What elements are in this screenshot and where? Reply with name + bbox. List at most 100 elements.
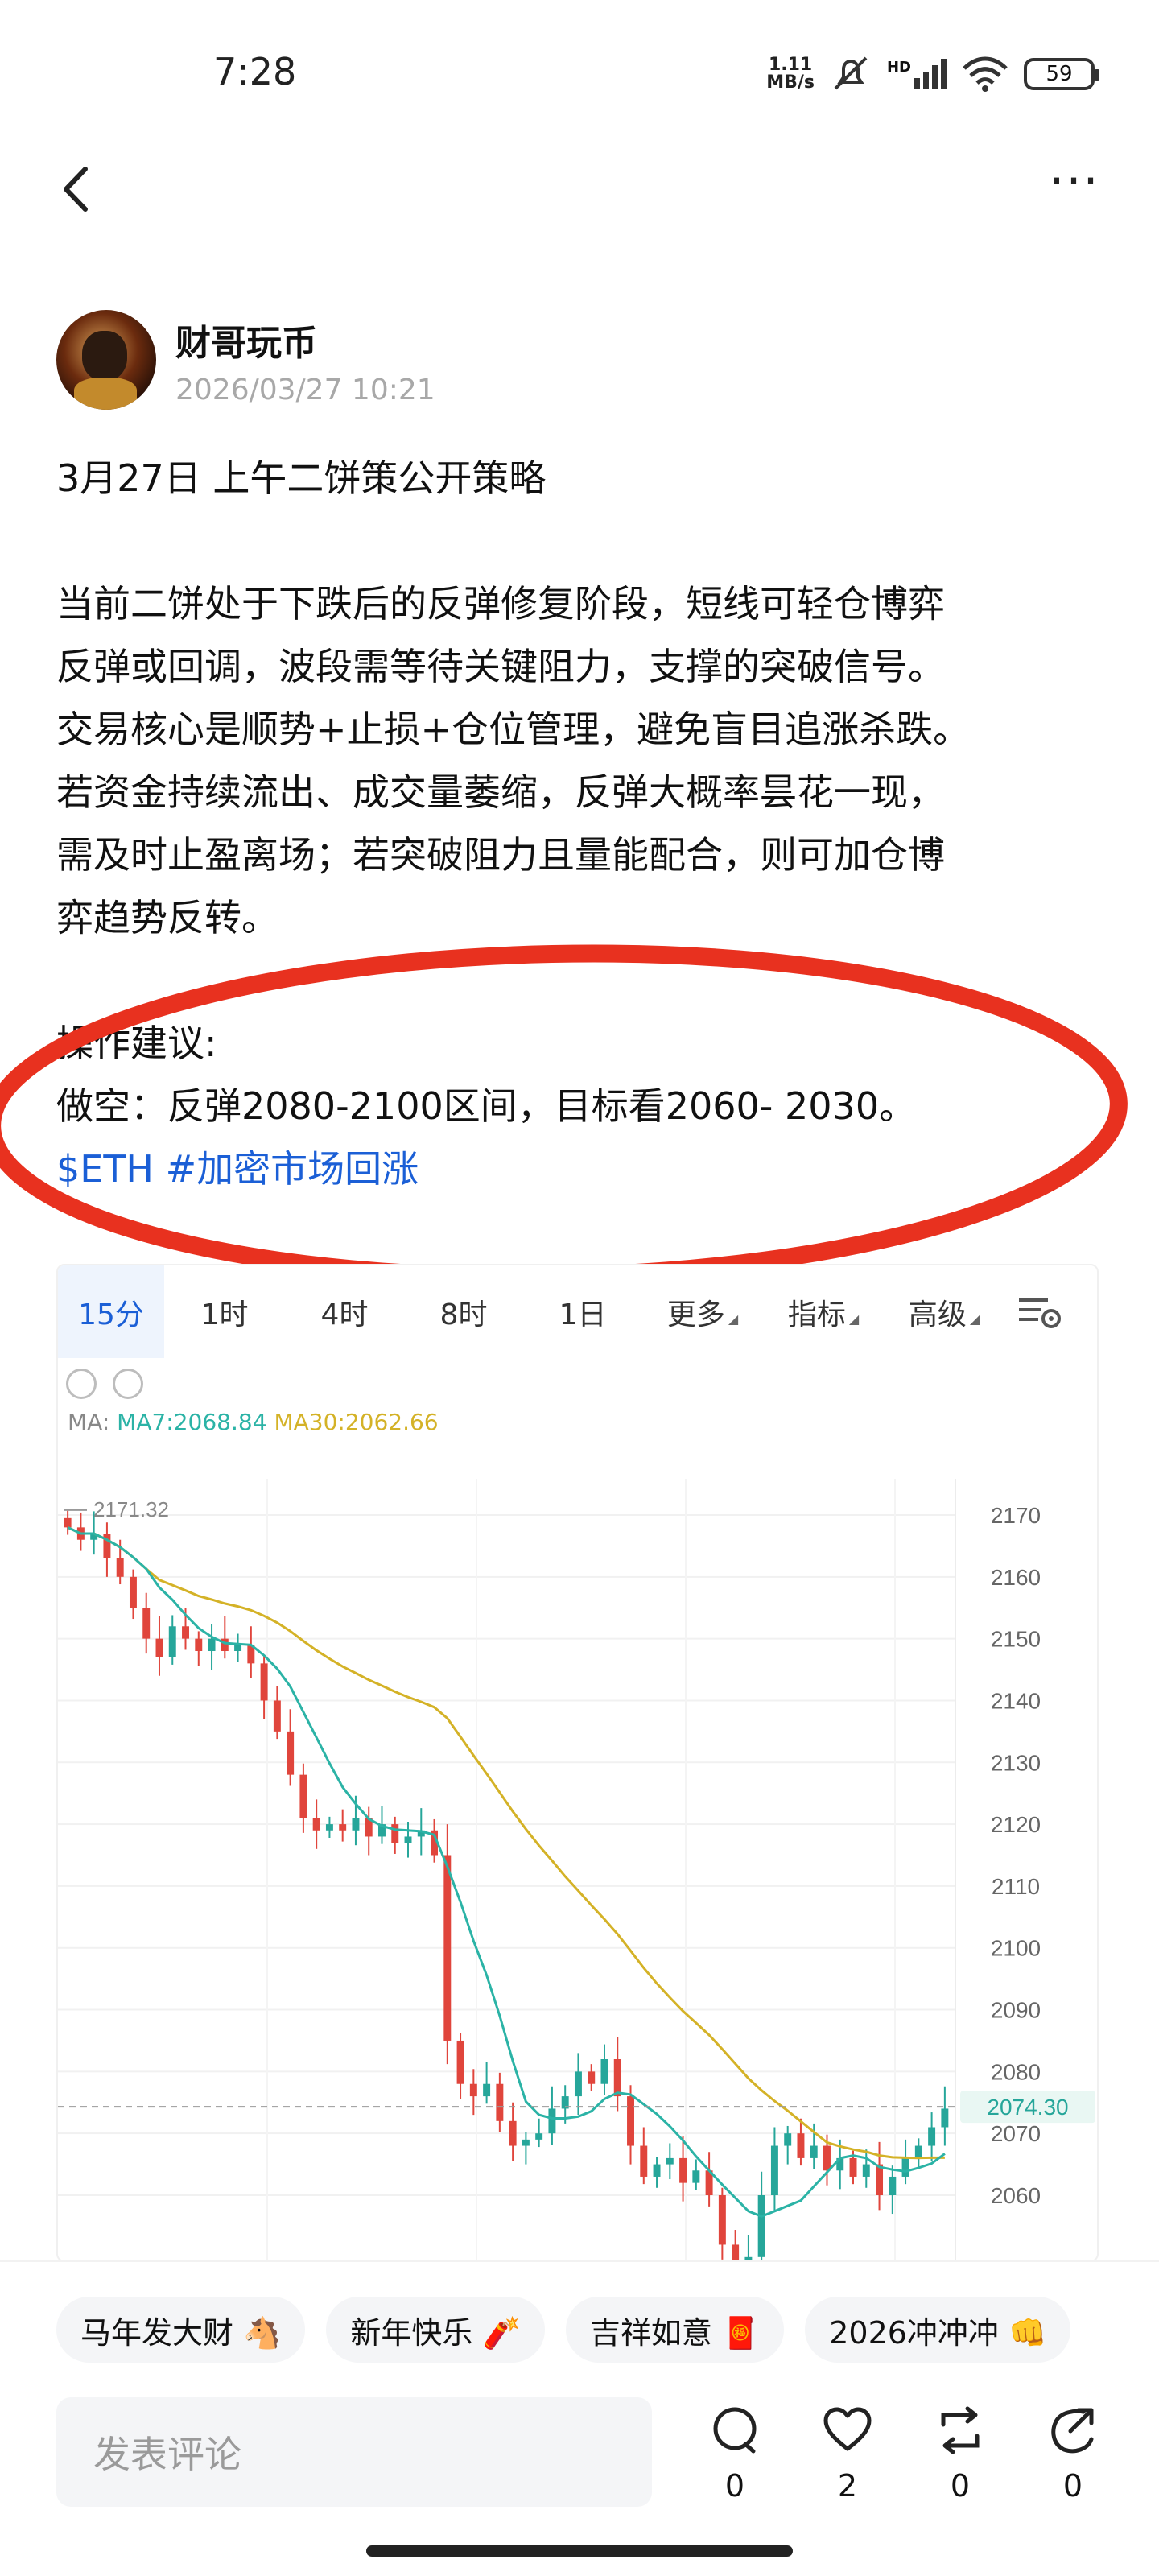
high-price-label: 2171.32: [93, 1497, 169, 1521]
price-axis-label: 2170: [991, 1503, 1041, 1528]
tab-8h[interactable]: 8时: [404, 1265, 523, 1358]
candle-body: [600, 2059, 608, 2084]
nav-bar: ···: [0, 153, 1159, 225]
tab-advanced[interactable]: 高级 ◢: [884, 1265, 1004, 1358]
candle-body: [692, 2170, 700, 2183]
candle-body: [443, 1855, 452, 2041]
kline-chart[interactable]: 2170 2160 2150 2140 2130 2120 2110 2100 2090 2080…: [58, 1358, 1099, 2262]
price-axis-label: 2130: [991, 1750, 1041, 1775]
candle-body: [299, 1774, 307, 1818]
candle-body: [168, 1626, 176, 1657]
author-name[interactable]: 财哥玩币: [175, 314, 435, 365]
candle-body: [901, 2157, 909, 2177]
candle-body: [129, 1576, 137, 1608]
heart-icon: [823, 2407, 872, 2451]
post-paragraph-line: 若资金持续流出、成交量萎缩，反弹大概率昙花一现，: [56, 770, 945, 814]
candle-body: [522, 2139, 530, 2146]
chart-settings-icon[interactable]: [1016, 1292, 1064, 1332]
advice-line: 做空：反弹2080-2100区间，目标看2060- 2030。: [56, 1084, 917, 1128]
post-paragraph-line: 弈趋势反转。: [56, 896, 278, 939]
candle-body: [876, 2164, 884, 2195]
tab-1h[interactable]: 1时: [164, 1265, 285, 1358]
post-paragraph-line: 需及时止盈离场；若突破阻力且量能配合，则可加仓博: [56, 833, 945, 877]
author-header: 财哥玩币 2026/03/27 10:21: [56, 310, 435, 410]
candle-body: [496, 2083, 504, 2121]
back-arrow-icon[interactable]: [53, 161, 101, 217]
candle-body: [325, 1824, 333, 1831]
candle-body: [613, 2059, 621, 2097]
mute-bell-icon: [834, 56, 868, 90]
comment-icon: [713, 2407, 757, 2454]
post-tags[interactable]: $ETH #加密市场回涨: [56, 1137, 1103, 1200]
bottom-action-bar: 发表评论 0 2 0 0: [0, 2397, 1159, 2518]
emoji-comment-bar: 马年发大财 🐴 新年快乐 🧨 吉祥如意 🧧 2026冲冲冲 👊: [0, 2260, 1159, 2397]
candle-body: [548, 2108, 556, 2134]
tab-advanced-label: 高级: [908, 1298, 967, 1331]
net-speed-value: 1.11: [768, 55, 813, 75]
caret-icon: ◢: [848, 1311, 860, 1327]
chart-interval-tabs: 15分 1时 4时 8时 1日 更多 ◢ 指标 ◢ 高级 ◢: [58, 1265, 1097, 1358]
tab-indicators[interactable]: 指标 ◢: [763, 1265, 884, 1358]
post-title: 3月27日 上午二饼策公开策略: [56, 456, 547, 500]
price-axis-label: 2150: [991, 1627, 1041, 1652]
candle-body: [116, 1558, 124, 1577]
comment-action[interactable]: 0: [699, 2405, 771, 2504]
current-price-label: 2074.30: [987, 2095, 1068, 2120]
price-axis-label: 2120: [991, 1812, 1041, 1837]
emoji-chip[interactable]: 马年发大财 🐴: [56, 2297, 306, 2363]
tab-more[interactable]: 更多 ◢: [642, 1265, 763, 1358]
post-paragraph-line: 当前二饼处于下跌后的反弹修复阶段，短线可轻仓博弈: [56, 582, 945, 625]
caret-icon: ◢: [728, 1311, 739, 1327]
author-meta: 财哥玩币 2026/03/27 10:21: [175, 314, 435, 407]
avatar[interactable]: [56, 310, 156, 410]
tab-more-label: 更多: [666, 1298, 725, 1331]
network-label: HD: [886, 59, 911, 76]
candle-body: [260, 1663, 268, 1701]
candle-body: [941, 2108, 949, 2128]
comment-input[interactable]: 发表评论: [56, 2397, 652, 2507]
share-action[interactable]: 0: [1037, 2405, 1109, 2504]
emoji-chip[interactable]: 2026冲冲冲 👊: [805, 2297, 1071, 2363]
repost-action[interactable]: 0: [924, 2405, 996, 2504]
net-speed: 1.11 MB/s: [766, 56, 815, 92]
like-count: 2: [837, 2468, 858, 2504]
tab-4h[interactable]: 4时: [285, 1265, 404, 1358]
candle-body: [718, 2195, 726, 2245]
price-axis-label: 2060: [991, 2183, 1041, 2208]
like-action[interactable]: 2: [811, 2405, 884, 2504]
tab-15min[interactable]: 15分: [58, 1265, 164, 1358]
signal-icon: HD: [887, 59, 947, 89]
status-icons: 1.11 MB/s HD 59: [766, 55, 1099, 93]
candle-body: [928, 2127, 936, 2146]
caret-icon: ◢: [969, 1311, 980, 1327]
price-axis-label: 2100: [991, 1936, 1041, 1961]
candle-body: [797, 2133, 805, 2158]
candle-body: [483, 2083, 491, 2097]
candle-body: [889, 2176, 897, 2195]
price-axis-label: 2080: [991, 2059, 1041, 2084]
tab-indicators-label: 指标: [787, 1298, 846, 1331]
tab-1d[interactable]: 1日: [523, 1265, 642, 1358]
kline-chart-card: 15分 1时 4时 8时 1日 更多 ◢ 指标 ◢ 高级 ◢ MA: MA7:2068…: [56, 1264, 1099, 2262]
candle-body: [509, 2120, 517, 2146]
emoji-chip[interactable]: 新年快乐 🧨: [326, 2297, 545, 2363]
candle-body: [155, 1638, 163, 1657]
candle-body: [404, 1836, 412, 1843]
home-indicator: [366, 2545, 793, 2557]
net-speed-unit: MB/s: [766, 72, 815, 93]
candle-body: [588, 2071, 596, 2084]
price-axis-label: 2110: [992, 1874, 1040, 1899]
candle-body: [391, 1824, 399, 1843]
candle-body: [352, 1818, 360, 1831]
share-icon: [1051, 2408, 1094, 2454]
candle-body: [273, 1700, 281, 1732]
comment-count: 0: [724, 2468, 745, 2504]
candle-body: [732, 2244, 740, 2260]
price-axis-label: 2090: [991, 1998, 1041, 2023]
emoji-chip[interactable]: 吉祥如意 🧧: [565, 2297, 785, 2363]
candle-body: [312, 1818, 320, 1831]
candle-body: [914, 2145, 922, 2158]
candle-body: [182, 1626, 189, 1639]
more-options-icon[interactable]: ···: [1038, 153, 1111, 209]
candle-body: [221, 1638, 229, 1651]
